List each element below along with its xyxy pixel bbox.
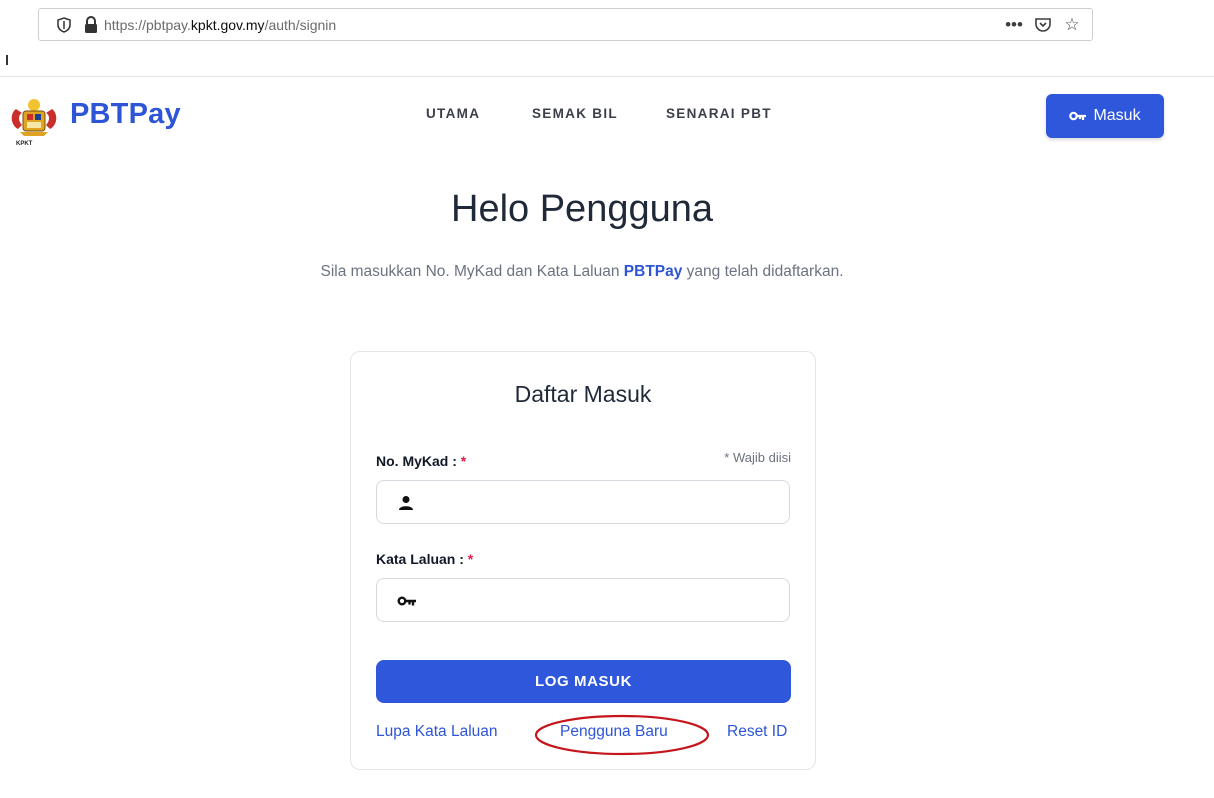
reset-id-link[interactable]: Reset ID: [727, 723, 787, 741]
more-icon[interactable]: •••: [1004, 15, 1024, 35]
logo-caption: KPKT: [16, 141, 33, 147]
password-input[interactable]: [417, 579, 781, 623]
mykad-field[interactable]: [376, 480, 790, 525]
url-prefix: https://pbtpay.: [104, 17, 191, 33]
bookmark-star-icon[interactable]: ☆: [1062, 15, 1082, 35]
password-label: Kata Laluan : *: [376, 551, 473, 567]
page-subtitle: Sila masukkan No. MyKad dan Kata Laluan …: [0, 263, 1164, 281]
lock-icon[interactable]: [84, 16, 98, 34]
browser-toolbar: https://pbtpay.kpkt.gov.my/auth/signin •…: [0, 0, 1214, 77]
password-label-text: Kata Laluan :: [376, 551, 464, 567]
key-icon: [1069, 111, 1087, 121]
url-domain: kpkt.gov.my: [190, 17, 265, 33]
mykad-label: No. MyKad : *: [376, 453, 466, 469]
user-icon: [399, 496, 413, 510]
subtitle-text-end: yang telah didaftarkan.: [682, 263, 844, 280]
tracking-shield-icon[interactable]: [56, 17, 72, 33]
url-path: /auth/signin: [264, 17, 337, 33]
header-login-button[interactable]: Masuk: [1046, 94, 1164, 138]
page-title: Helo Pengguna: [451, 188, 713, 230]
required-marker: *: [460, 453, 467, 469]
nav-link-semak-bil[interactable]: SEMAK BIL: [532, 106, 618, 121]
main-nav: UTAMA SEMAK BIL SENARAI PBT: [0, 106, 1214, 128]
sidebar-edge-marker: [6, 55, 8, 65]
required-note: * Wajib diisi: [724, 450, 791, 465]
address-bar[interactable]: https://pbtpay.kpkt.gov.my/auth/signin •…: [38, 8, 1093, 41]
forgot-password-link[interactable]: Lupa Kata Laluan: [376, 723, 498, 741]
header-login-label: Masuk: [1093, 107, 1141, 124]
pocket-icon[interactable]: [1034, 16, 1052, 34]
highlight-ellipse-annotation: [534, 714, 710, 756]
url-text[interactable]: https://pbtpay.kpkt.gov.my/auth/signin: [104, 17, 336, 33]
nav-link-utama[interactable]: UTAMA: [426, 106, 480, 121]
key-icon: [397, 596, 416, 606]
log-masuk-button[interactable]: LOG MASUK: [376, 660, 791, 703]
login-card-title: Daftar Masuk: [514, 381, 652, 407]
mykad-label-text: No. MyKad :: [376, 453, 457, 469]
required-marker: *: [467, 551, 474, 567]
mykad-input[interactable]: [417, 481, 781, 525]
password-field[interactable]: [376, 578, 790, 623]
subtitle-text-start: Sila masukkan No. MyKad dan Kata Laluan: [320, 263, 624, 280]
subtitle-brand: PBTPay: [623, 263, 683, 280]
nav-link-senarai-pbt[interactable]: SENARAI PBT: [666, 106, 772, 121]
